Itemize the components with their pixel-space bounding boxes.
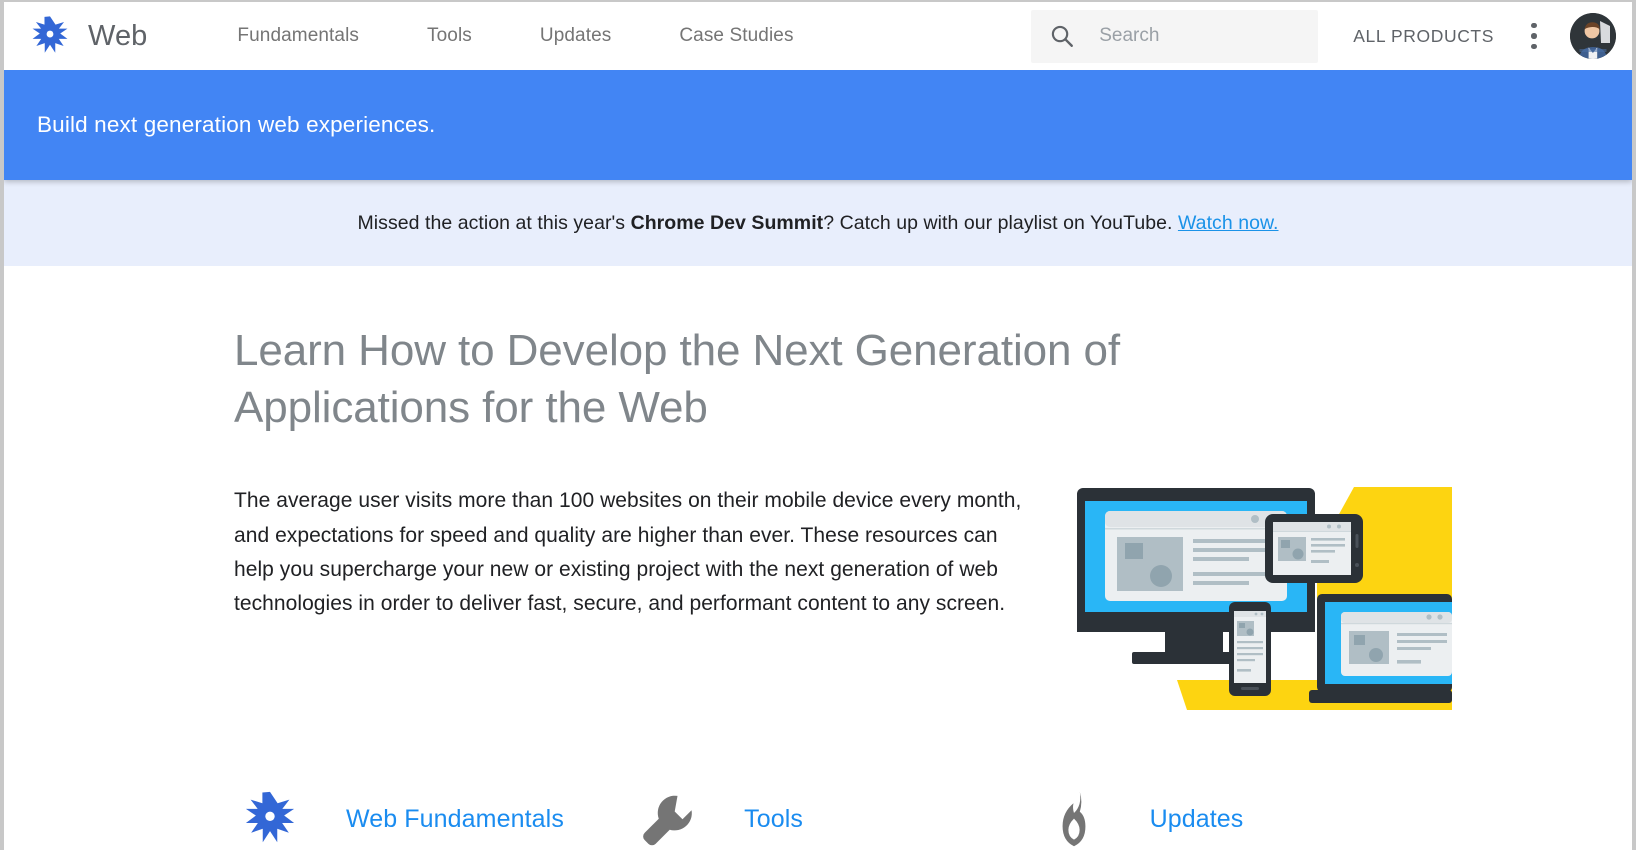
web-asterisk-logo-icon <box>29 15 71 57</box>
nav-item-tools[interactable]: Tools <box>393 25 506 47</box>
quick-link-label: Tools <box>744 804 804 833</box>
page-root: Web Fundamentals Tools Updates Case Stud… <box>0 0 1636 850</box>
quick-link-web-fundamentals[interactable]: Web Fundamentals <box>234 790 632 848</box>
quick-link-label: Updates <box>1149 804 1244 833</box>
all-products-button[interactable]: ALL PRODUCTS <box>1353 26 1494 47</box>
notice-text: Missed the action at this year's Chrome … <box>357 212 1278 235</box>
notice-text-before: Missed the action at this year's <box>357 211 631 234</box>
content-container: Learn How to Develop the Next Generation… <box>178 266 1458 850</box>
site-header: Web Fundamentals Tools Updates Case Stud… <box>4 2 1632 70</box>
main-content: Learn How to Develop the Next Generation… <box>4 266 1632 850</box>
notice-bar: Missed the action at this year's Chrome … <box>4 180 1632 266</box>
quick-link-updates[interactable]: Updates <box>1038 790 1402 848</box>
quick-link-label: Web Fundamentals <box>346 804 564 833</box>
search-input[interactable] <box>1099 25 1301 47</box>
user-avatar[interactable] <box>1570 13 1616 59</box>
notice-text-after: ? Catch up with our playlist on YouTube. <box>823 211 1178 234</box>
intro-row: The average user visits more than 100 we… <box>234 476 1452 711</box>
brand-home-link[interactable]: Web <box>29 15 147 57</box>
page-title: Learn How to Develop the Next Generation… <box>234 326 1120 433</box>
header-actions: ALL PRODUCTS <box>1031 9 1632 63</box>
flame-icon <box>1038 790 1110 848</box>
nav-item-case-studies[interactable]: Case Studies <box>645 25 827 47</box>
notice-text-bold: Chrome Dev Summit <box>630 211 824 234</box>
kebab-menu-icon[interactable] <box>1522 19 1546 53</box>
hero-banner-text: Build next generation web experiences. <box>37 112 436 137</box>
search-icon <box>1049 23 1075 49</box>
nav-item-updates[interactable]: Updates <box>506 25 645 47</box>
web-asterisk-logo-icon <box>234 790 306 848</box>
hero-banner: Build next generation web experiences. <box>4 70 1632 180</box>
nav-item-fundamentals[interactable]: Fundamentals <box>237 25 393 47</box>
quick-link-tools[interactable]: Tools <box>632 790 1037 848</box>
multi-device-responsive-illustration <box>1077 484 1452 711</box>
search-box[interactable] <box>1031 9 1319 63</box>
primary-nav: Fundamentals Tools Updates Case Studies <box>237 25 827 47</box>
quick-links-row: Web Fundamentals Tools Updates <box>234 790 1402 848</box>
wrench-icon <box>632 790 704 848</box>
intro-paragraph: The average user visits more than 100 we… <box>234 489 1022 616</box>
brand-title: Web <box>88 19 148 52</box>
watch-now-link[interactable]: Watch now. <box>1178 212 1279 234</box>
